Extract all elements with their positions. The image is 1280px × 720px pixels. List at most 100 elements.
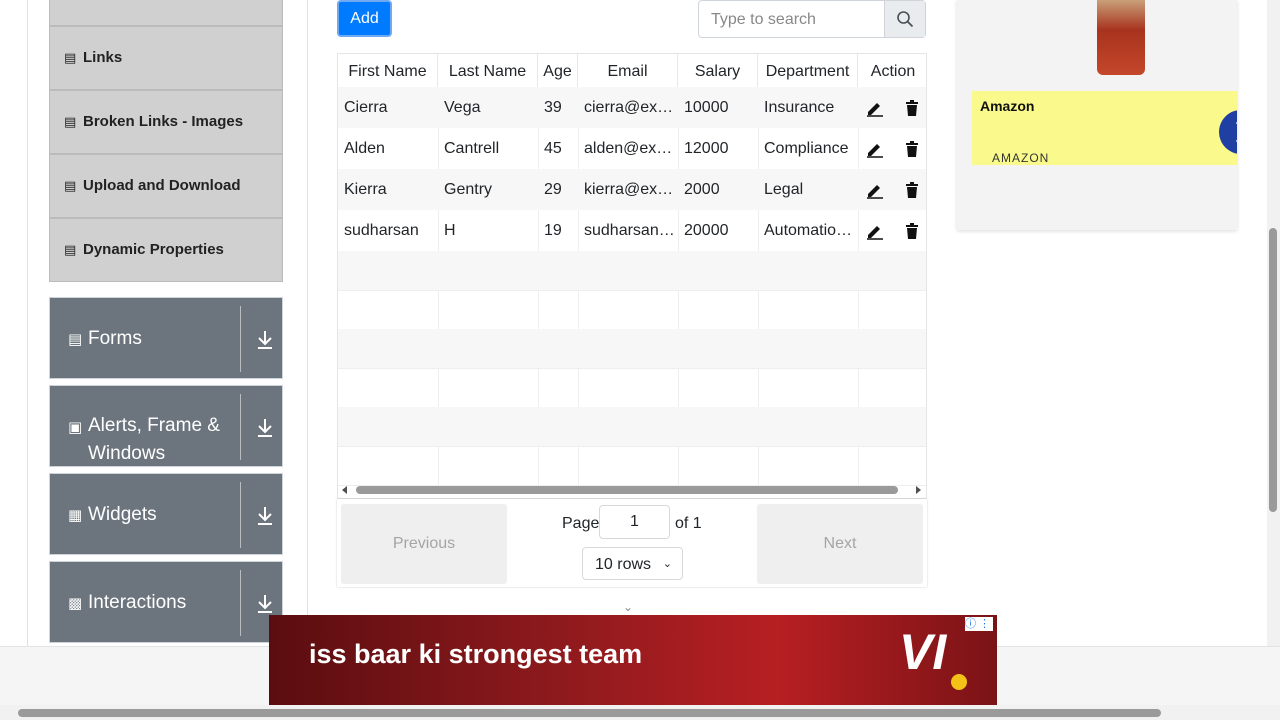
sidebar-group-forms[interactable]: ▤ Forms [49, 297, 283, 379]
edit-icon[interactable] [866, 181, 884, 199]
search-box[interactable]: Type to search [698, 0, 926, 38]
search-icon [897, 11, 914, 28]
chevron-down-icon: ⌄ [662, 558, 672, 570]
list-icon: ▤ [64, 50, 77, 65]
scrollbar-thumb[interactable] [1269, 228, 1277, 512]
column-header[interactable]: Email [578, 54, 678, 87]
scrollbar-thumb[interactable] [18, 709, 1161, 717]
scroll-left-arrow-icon[interactable] [340, 485, 350, 495]
advertisement-sidebar[interactable]: Amazon AMAZON [957, 0, 1237, 230]
table-row: Alden Cantrell 45 alden@ex… 12000 Compli… [338, 128, 926, 169]
sidebar-item-label: Dynamic Properties [83, 241, 224, 258]
column-header: Action [870, 63, 916, 80]
divider [240, 482, 241, 548]
cell-department: Compliance [764, 140, 849, 157]
edit-icon[interactable] [866, 99, 884, 117]
page-vertical-scrollbar[interactable] [1267, 0, 1280, 705]
document-icon: ▤ [68, 331, 83, 348]
list-icon: ▤ [64, 242, 77, 257]
web-table: First Name Last Name Age Email Salary De… [337, 53, 927, 499]
edit-icon[interactable] [866, 140, 884, 158]
sidebar-item-broken-links[interactable]: ▤ Broken Links - Images [49, 90, 283, 154]
cell-age: 45 [544, 140, 562, 157]
column-header[interactable]: Age [538, 54, 578, 87]
divider [240, 394, 241, 460]
cell-last-name: Gentry [444, 181, 493, 198]
search-input[interactable]: Type to search [711, 11, 816, 29]
list-icon: ▤ [64, 114, 77, 129]
cell-last-name: Cantrell [444, 140, 500, 157]
delete-icon[interactable] [903, 222, 921, 240]
search-button[interactable] [884, 1, 925, 37]
ad-logo: VI [899, 624, 947, 680]
cell-age: 29 [544, 181, 562, 198]
page-number-input[interactable]: 1 [599, 505, 670, 539]
page-horizontal-scrollbar[interactable] [0, 705, 1280, 720]
column-header[interactable]: First Name [338, 54, 438, 87]
cell-email: alden@ex… [584, 140, 673, 157]
next-button[interactable]: Next [757, 504, 923, 584]
page-total-label: of 1 [675, 515, 702, 532]
ad-title[interactable]: Amazon [980, 98, 1034, 114]
cell-salary: 10000 [684, 99, 729, 116]
column-header[interactable]: Department [758, 54, 858, 87]
group-label: Widgets [88, 504, 157, 525]
widgets-icon: ▦ [68, 507, 83, 524]
cell-last-name: Vega [444, 99, 481, 116]
download-icon[interactable] [255, 328, 275, 350]
empty-row [338, 407, 926, 447]
group-label: Alerts, Frame & Windows [88, 415, 220, 464]
cell-first-name: Kierra [344, 181, 387, 198]
ad-brand: AMAZON [992, 151, 1050, 165]
content-border [307, 0, 308, 646]
sidebar-item-label: Links [83, 49, 123, 66]
sidebar-item-dynamic-properties[interactable]: ▤ Dynamic Properties [49, 218, 283, 282]
table-horizontal-scrollbar[interactable] [337, 483, 927, 497]
scrollbar-thumb[interactable] [356, 486, 898, 494]
sidebar-item-previous[interactable] [49, 0, 283, 26]
divider [240, 306, 241, 372]
empty-row [338, 329, 926, 369]
ad-info-icon[interactable]: ⓘ ⋮ [965, 617, 993, 631]
table-header: First Name Last Name Age Email Salary De… [338, 54, 926, 89]
sidebar-group-interactions[interactable]: ▩ Interactions [49, 561, 283, 643]
sidebar-group-widgets[interactable]: ▦ Widgets [49, 473, 283, 555]
cell-first-name: sudharsan [344, 222, 419, 239]
table-row: Kierra Gentry 29 kierra@ex… 2000 Legal [338, 169, 926, 210]
cell-salary: 2000 [684, 181, 720, 198]
cell-age: 19 [544, 222, 562, 239]
delete-icon[interactable] [903, 181, 921, 199]
chevron-down-icon: ⌄ [623, 600, 634, 614]
advertisement-banner[interactable]: iss baar ki strongest team VI ⓘ ⋮ [269, 615, 997, 705]
sidebar-group-alerts[interactable]: ▣ Alerts, Frame & Windows [49, 385, 283, 467]
cell-email: kierra@ex… [584, 181, 674, 198]
rows-per-page-value: 10 rows [595, 556, 652, 573]
previous-button[interactable]: Previous [341, 504, 507, 584]
edit-icon[interactable] [866, 222, 884, 240]
table-row: sudharsan H 19 sudharsan… 20000 Automati… [338, 210, 926, 251]
left-border [27, 0, 28, 646]
cell-age: 39 [544, 99, 562, 116]
ad-logo-dot [951, 674, 967, 690]
download-icon[interactable] [255, 416, 275, 438]
cell-department: Insurance [764, 99, 835, 116]
product-image [1097, 0, 1145, 75]
delete-icon[interactable] [903, 140, 921, 158]
sidebar-item-links[interactable]: ▤ Links [49, 26, 283, 90]
delete-icon[interactable] [903, 99, 921, 117]
download-icon[interactable] [255, 504, 275, 526]
column-header[interactable]: Salary [678, 54, 758, 87]
sidebar-item-upload-download[interactable]: ▤ Upload and Download [49, 154, 283, 218]
scroll-right-arrow-icon[interactable] [913, 485, 923, 495]
download-icon[interactable] [255, 592, 275, 614]
cell-first-name: Alden [344, 140, 385, 157]
ad-next-button[interactable] [1219, 110, 1237, 154]
interactions-icon: ▩ [68, 595, 83, 612]
column-header[interactable]: Last Name [438, 54, 538, 87]
rows-per-page-select[interactable]: 10 rows ⌄ [582, 547, 683, 580]
pagination: Previous Page 1 of 1 10 rows ⌄ Next [337, 499, 927, 587]
add-button[interactable]: Add [337, 0, 392, 37]
empty-row [338, 368, 926, 408]
cell-salary: 20000 [684, 222, 729, 239]
group-label: Interactions [88, 592, 187, 613]
